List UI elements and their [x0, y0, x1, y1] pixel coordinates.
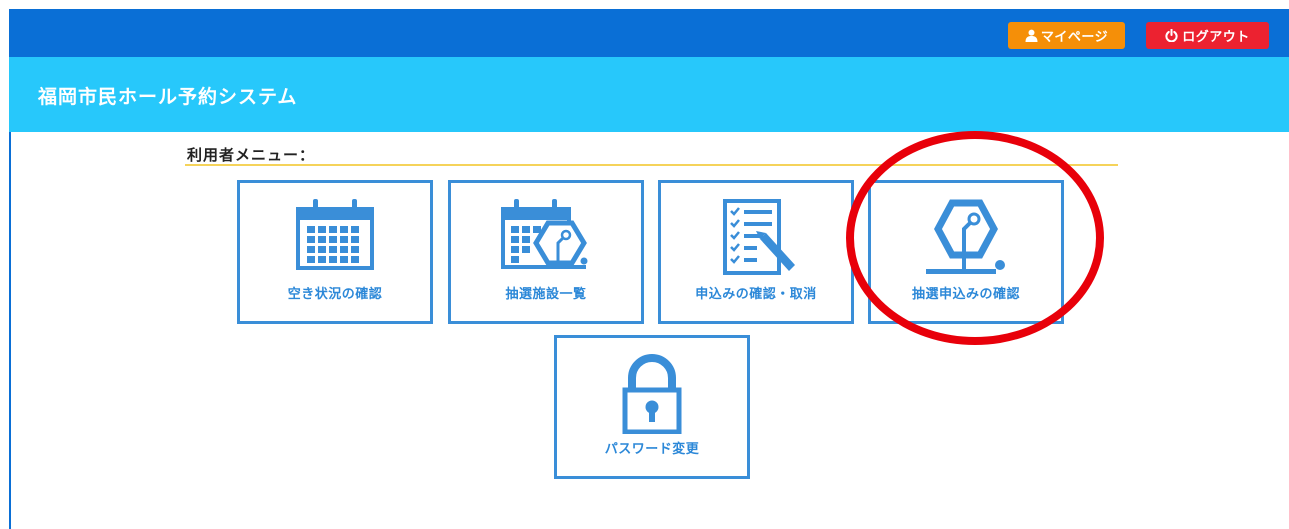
calendar-lottery-icon [501, 199, 588, 269]
site-title: 福岡市民ホール予約システム [38, 86, 298, 108]
logout-button[interactable]: ログアウト [1146, 22, 1269, 49]
lock-icon [622, 354, 682, 434]
tile-label: 空き状況の確認 [287, 287, 383, 302]
tile-label: 申込みの確認・取消 [695, 287, 817, 302]
logout-label: ログアウト [1182, 30, 1250, 45]
user-icon [1025, 29, 1038, 42]
mypage-button[interactable]: マイページ [1008, 22, 1125, 49]
menu-divider [185, 164, 1118, 166]
tile-availability[interactable]: 空き状況の確認 [237, 180, 433, 324]
power-icon [1165, 29, 1178, 42]
calendar-icon [296, 199, 374, 270]
tile-password-change[interactable]: パスワード変更 [554, 335, 750, 479]
mypage-label: マイページ [1040, 30, 1109, 45]
tile-lottery-facilities[interactable]: 抽選施設一覧 [448, 180, 644, 324]
lottery-machine-icon [926, 199, 1005, 274]
checklist-pen-icon [723, 199, 795, 275]
tile-label: 抽選施設一覧 [505, 287, 587, 302]
tile-lottery-applications[interactable]: 抽選申込みの確認 [868, 180, 1064, 324]
tile-label: 抽選申込みの確認 [911, 287, 1020, 302]
menu-section-label: 利用者メニュー： [187, 146, 316, 164]
tile-label: パスワード変更 [604, 442, 700, 457]
tile-applications[interactable]: 申込みの確認・取消 [658, 180, 854, 324]
